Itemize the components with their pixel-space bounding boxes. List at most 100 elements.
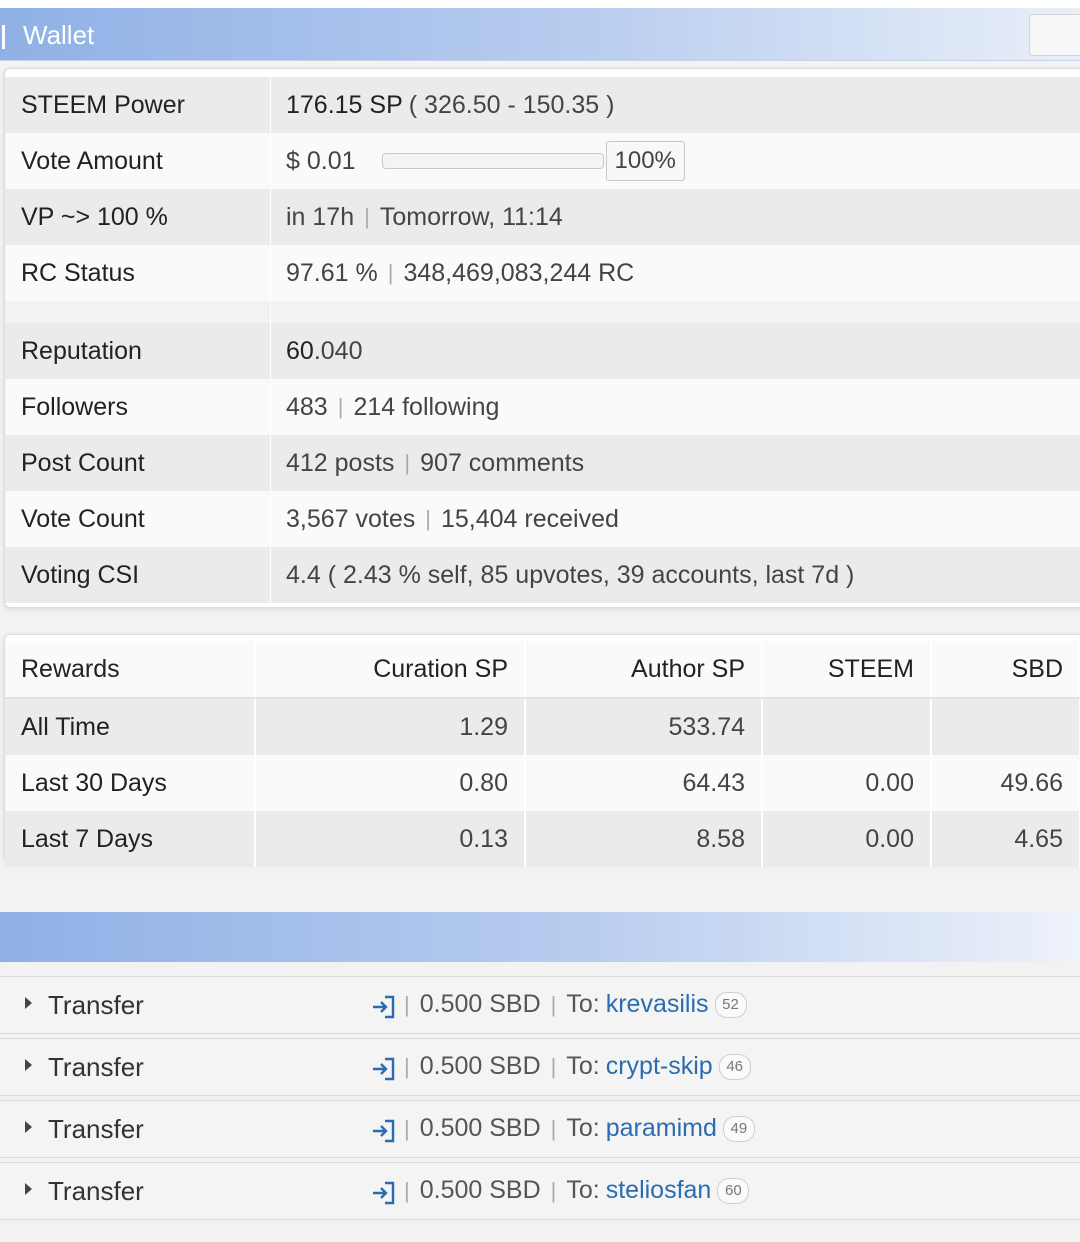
votes-count: 3,567 votes	[286, 504, 416, 533]
followers-value: 483 | 214 following	[271, 379, 1080, 435]
vote-count-row: Vote Count 3,567 votes | 15,404 received	[5, 491, 1080, 547]
rc-amount: 348,469,083,244 RC	[403, 258, 635, 287]
sbd-cell: 4.65	[931, 811, 1080, 867]
vp-eta: in 17h	[286, 202, 355, 231]
recipient-link[interactable]: crypt-skip	[606, 1052, 713, 1081]
expand-triangle-icon[interactable]	[25, 997, 32, 1009]
steem-power-amount: 176.15 SP	[286, 90, 403, 119]
transfer-info: | 0.500 SBD | To: paramimd 49	[404, 1114, 755, 1143]
separator: |	[364, 204, 370, 229]
transfer-row[interactable]: Transfer | 0.500 SBD | To: steliosfan 60	[0, 1162, 1080, 1220]
reputation-badge: 49	[722, 1115, 755, 1142]
post-count-value: 412 posts | 907 comments	[271, 435, 1080, 491]
vote-weight-slider[interactable]	[381, 153, 604, 169]
wallet-header: Wallet	[0, 8, 1080, 61]
transfer-label: Transfer	[48, 1052, 144, 1082]
separator: |	[387, 260, 394, 285]
steem-cell: 0.00	[762, 811, 932, 867]
separator: |	[425, 506, 431, 531]
expand-triangle-icon[interactable]	[25, 1183, 32, 1195]
author-sp-cell: 533.74	[525, 698, 763, 755]
reputation-integer: 60	[286, 336, 314, 365]
separator: |	[404, 1115, 410, 1141]
transfer-amount: 0.500 SBD	[419, 1114, 541, 1142]
followers-count: 483	[286, 392, 328, 421]
separator: |	[550, 991, 557, 1017]
header-menu-button[interactable]	[1029, 14, 1080, 56]
separator: |	[550, 1115, 557, 1141]
vp-value: in 17h | Tomorrow, 11:14	[271, 189, 1080, 245]
reputation-badge: 46	[718, 1053, 751, 1080]
recipient-link[interactable]: steliosfan	[606, 1176, 712, 1205]
sign-in-arrow-icon	[373, 995, 395, 1019]
period-cell: All Time	[5, 698, 256, 755]
rc-percent: 97.61 %	[286, 258, 378, 287]
period-cell: Last 30 Days	[5, 755, 256, 811]
vote-amount-label: Vote Amount	[21, 146, 163, 175]
transfer-label: Transfer	[48, 990, 144, 1020]
curation-sp-cell: 1.29	[255, 698, 526, 755]
separator: |	[337, 394, 344, 419]
transfer-label: Transfer	[48, 1114, 144, 1144]
reputation-row: Reputation 60 .040	[5, 323, 1080, 379]
votes-received: 15,404 received	[440, 504, 619, 533]
sign-in-arrow-icon	[373, 1181, 395, 1205]
transfer-label: Transfer	[48, 1176, 144, 1206]
table-row: Last 7 Days 0.13 8.58 0.00 4.65	[5, 811, 1080, 867]
period-cell: Last 7 Days	[5, 811, 256, 867]
author-sp-cell: 64.43	[525, 755, 763, 811]
table-row: Last 30 Days 0.80 64.43 0.00 49.66	[5, 755, 1080, 811]
rewards-panel: Rewards Curation SP Author SP STEEM SBD …	[4, 634, 1080, 867]
steem-col-header: STEEM	[762, 641, 932, 699]
separator: |	[404, 1177, 410, 1203]
reputation-decimal: .040	[313, 336, 363, 365]
transfer-info: | 0.500 SBD | To: steliosfan 60	[404, 1176, 750, 1205]
following-count: 214 following	[353, 392, 500, 421]
page-title: Wallet	[23, 20, 95, 50]
transfer-info: | 0.500 SBD | To: crypt-skip 46	[404, 1052, 751, 1081]
separator: |	[404, 991, 410, 1017]
sbd-cell: 49.66	[931, 755, 1080, 811]
recipient-link[interactable]: paramimd	[606, 1114, 717, 1143]
transfer-row[interactable]: Transfer | 0.500 SBD | To: krevasilis 52	[0, 976, 1080, 1034]
curation-sp-cell: 0.80	[255, 755, 526, 811]
post-count-label: Post Count	[21, 448, 145, 477]
curation-sp-cell: 0.13	[255, 811, 526, 867]
table-row: All Time 1.29 533.74	[5, 698, 1080, 755]
steem-cell	[762, 698, 932, 755]
transfer-amount: 0.500 SBD	[419, 1052, 541, 1080]
followers-label: Followers	[21, 392, 128, 421]
vote-amount: $ 0.01	[286, 146, 356, 175]
reputation-label: Reputation	[21, 336, 142, 365]
rc-status-label: RC Status	[21, 258, 135, 287]
steem-power-label: STEEM Power	[21, 90, 185, 119]
expand-triangle-icon[interactable]	[25, 1121, 32, 1133]
vote-weight-input[interactable]: 100%	[605, 141, 685, 181]
transfer-row[interactable]: Transfer | 0.500 SBD | To: paramimd 49	[0, 1100, 1080, 1158]
rewards-header-row: Rewards Curation SP Author SP STEEM SBD	[5, 641, 1080, 699]
comments-count: 907 comments	[420, 448, 585, 477]
followers-row: Followers 483 | 214 following	[5, 379, 1080, 435]
to-prefix: To:	[566, 1052, 600, 1080]
sign-in-arrow-icon	[373, 1057, 395, 1081]
vp-full-time: Tomorrow, 11:14	[379, 202, 563, 231]
separator: |	[404, 1053, 410, 1079]
expand-triangle-icon[interactable]	[25, 1059, 32, 1071]
vp-label: VP ~> 100 %	[21, 202, 168, 231]
transfer-amount: 0.500 SBD	[419, 1176, 541, 1204]
transfer-info: | 0.500 SBD | To: krevasilis 52	[404, 990, 747, 1019]
recipient-link[interactable]: krevasilis	[606, 990, 709, 1019]
spacer-row	[5, 301, 1080, 323]
separator: |	[404, 450, 411, 475]
vote-count-value: 3,567 votes | 15,404 received	[271, 491, 1080, 547]
rc-status-row: RC Status 97.61 % | 348,469,083,244 RC	[5, 245, 1080, 301]
reputation-value: 60 .040	[271, 323, 1080, 379]
author-sp-col-header: Author SP	[525, 641, 763, 699]
steem-power-value: 176.15 SP ( 326.50 - 150.35 )	[271, 77, 1080, 133]
separator: |	[550, 1053, 557, 1079]
sbd-cell	[931, 698, 1080, 755]
separator: |	[550, 1177, 557, 1203]
transfer-row[interactable]: Transfer | 0.500 SBD | To: crypt-skip 46	[0, 1038, 1080, 1096]
voting-csi-row: Voting CSI 4.4 ( 2.43 % self, 85 upvotes…	[5, 547, 1080, 603]
curation-sp-col-header: Curation SP	[255, 641, 526, 699]
